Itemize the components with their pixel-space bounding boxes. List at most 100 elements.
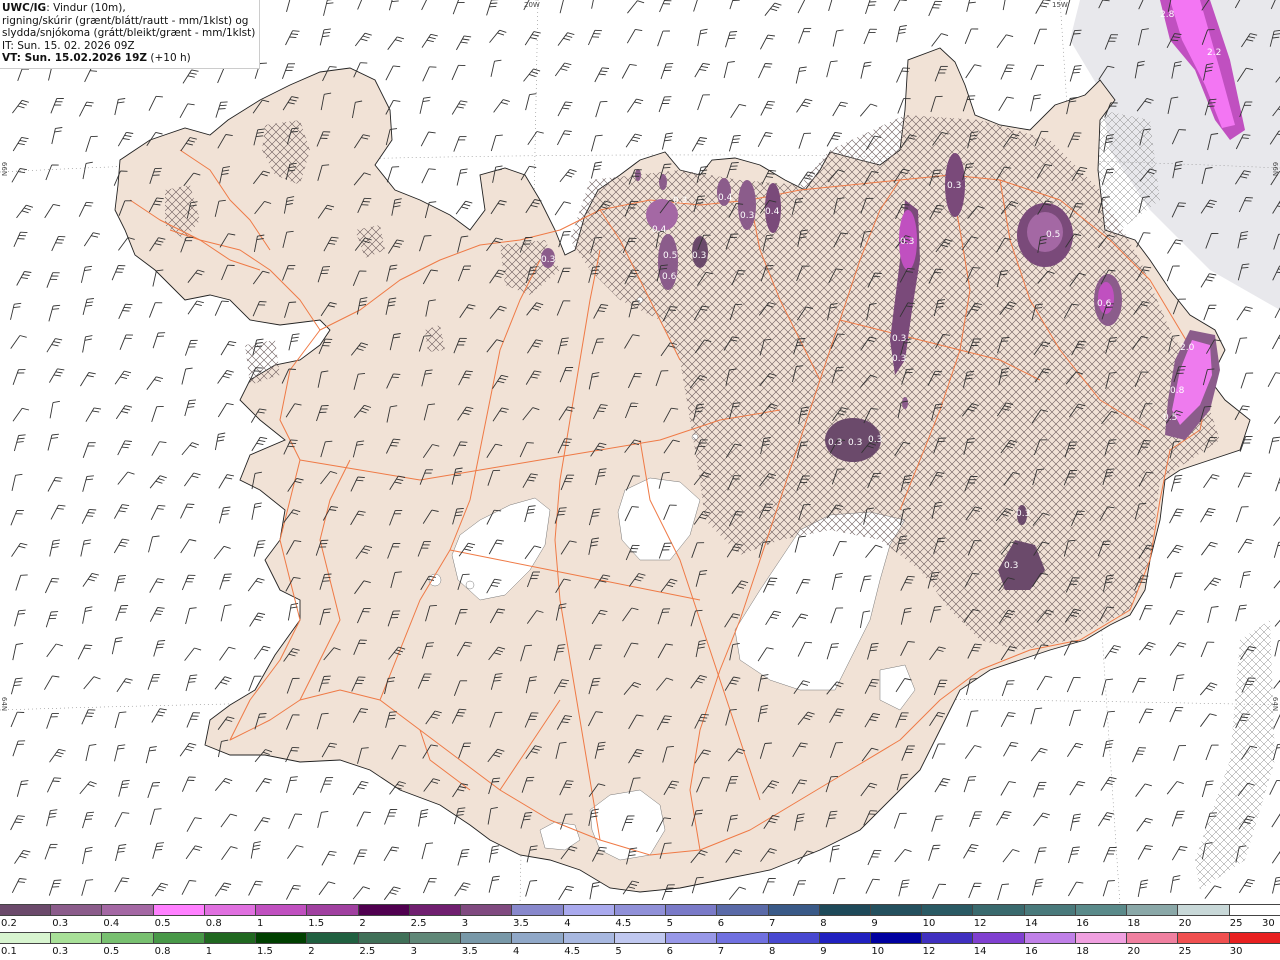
colorbar-swatch: [204, 905, 257, 915]
precip-label: 0.3: [541, 255, 555, 265]
colorbar-swatch: [819, 933, 871, 943]
colorbar-swatch: [870, 905, 923, 915]
valid-time: VT: Sun. 15.02.2026 19Z: [2, 52, 148, 64]
colorbar-tick-label: 3: [461, 918, 469, 929]
issue-time: IT: Sun. 15. 02. 2026 09Z: [2, 39, 135, 52]
colorbar-tick-label: 1: [205, 946, 213, 957]
precip-label: 0.4: [718, 193, 733, 203]
precip-label: 0.4: [652, 225, 667, 235]
colorbar-tick-label: 14: [973, 946, 987, 957]
precip-label: 0.4: [765, 207, 780, 217]
colorbar-swatch: [51, 933, 103, 943]
rain-description: rigning/skúrir (grænt/blátt/rautt - mm/1…: [2, 14, 249, 27]
colorbar-swatch: [870, 933, 923, 943]
precip-label: 0.5: [663, 251, 677, 261]
precip-label: 2.0: [1180, 343, 1195, 353]
colorbar-swatch: [512, 933, 564, 943]
colorbar-tick-label: 1: [257, 918, 264, 929]
colorbar-tick-label: 7: [717, 946, 725, 957]
colorbar-swatch: [1075, 933, 1128, 943]
colorbar-tick-label: 4.5: [615, 918, 632, 929]
colorbar-swatch: [922, 933, 974, 943]
lat-label-64n-right: 64N: [1271, 696, 1280, 712]
colorbar-swatch: [0, 933, 52, 943]
precip-label: 0.6: [1097, 299, 1112, 309]
colorbar-tick-label: 0.1: [1, 946, 17, 957]
colorbar-tick-label: 4: [513, 946, 520, 957]
colorbar-tick-label: 10: [922, 918, 936, 929]
colorbar-tick-label: 6: [717, 918, 725, 929]
colorbar-swatch: [973, 933, 1025, 943]
colorbar-tick-label: 8: [769, 946, 776, 957]
rain-colorbar: [0, 932, 1280, 944]
colorbar-tick-label: 2: [308, 946, 315, 957]
colorbar-swatch: [819, 905, 871, 915]
colorbar-tick-label: 3.5: [461, 946, 478, 957]
lat-label-66n-left: 66N: [0, 161, 9, 177]
precip-label: 0.3: [692, 251, 706, 261]
map-title: UWC/IG: [2, 2, 47, 14]
colorbar-swatch: [563, 933, 615, 943]
precip-label: 0.5: [1046, 230, 1060, 240]
snow-description: slydda/snjókoma (grátt/bleikt/grænt - mm…: [2, 27, 256, 39]
rain-colorbar-labels: 0.1 0.3 0.5 0.8 1 1.5 2 2.5 3 3.5 4 4.5 5 6 7 8 9 10 12 14 1…: [0, 945, 1280, 959]
colorbar-swatch: [409, 933, 462, 943]
colorbar-tick-label: 16: [1076, 918, 1089, 929]
colorbar-tick-label: 14: [1025, 918, 1038, 929]
colorbar-tick-label: 1.5: [257, 946, 273, 957]
colorbar-swatch: [666, 933, 718, 943]
colorbar-swatch: [1178, 905, 1230, 915]
colorbar-swatch: [717, 933, 769, 943]
colorbar-swatch: [1229, 905, 1280, 915]
colorbar-tick-label: 6: [666, 946, 673, 957]
colorbar-swatch: [461, 905, 513, 915]
colorbar-tick-label: 2.5: [359, 946, 376, 957]
lat-label-64n-left: 64N: [0, 696, 9, 712]
colorbar-swatch: [1127, 933, 1179, 943]
precip-label: 2.2: [1207, 48, 1221, 58]
colorbar-tick-label: 5: [666, 918, 673, 929]
colorbar-swatch: [461, 933, 513, 943]
map-legend-header: UWC/IG: Vindur (10m), rigning/skúrir (gr…: [0, 0, 261, 69]
colorbar-swatch: [256, 905, 308, 915]
snow-colorbar: [0, 904, 1280, 916]
colorbar-tick-label: 2: [359, 918, 366, 929]
colorbar-tick-label: 25: [1178, 946, 1192, 957]
colorbar-swatch: [153, 933, 205, 943]
snow-colorbar-labels: 0.2 0.3 0.4 0.5 0.8 1 1.5 2 2.5 3 3.5 4 4.5 5 6 7 8 9 10 12…: [0, 917, 1280, 931]
colorbar-swatch: [666, 905, 718, 915]
precip-label: 0.3: [1016, 509, 1030, 519]
colorbar-tick-label: 0.8: [205, 918, 222, 929]
precip-label: 0.6: [662, 272, 677, 282]
colorbar-tick-label: 20: [1127, 946, 1141, 957]
precip-label: 0.3: [892, 354, 906, 364]
precip-label: 0.3: [868, 435, 882, 445]
colorbar-tick-label: 18: [1076, 946, 1089, 957]
colorbar-swatch: [512, 905, 564, 915]
precip-label: 0.3: [1004, 561, 1018, 571]
colorbar-swatch: [256, 933, 308, 943]
colorbar-swatch: [1075, 905, 1128, 915]
colorbar-swatch: [358, 905, 410, 915]
colorbar-tick-label: 0.3: [52, 918, 69, 929]
colorbar-swatch: [102, 933, 154, 943]
colorbar-swatch: [1127, 905, 1179, 915]
colorbar-swatch: [102, 905, 154, 915]
forecast-map: 2.8 2.2 0.3 0.5 0.6 2.0 0.8 0.5 0.3 0.3 …: [0, 0, 1280, 905]
title-desc: : Vindur (10m),: [46, 2, 126, 14]
colorbar-swatch: [563, 905, 615, 915]
colorbar-swatch: [307, 905, 359, 915]
colorbar-tick-label: 0.5: [103, 946, 120, 957]
colorbar-swatch: [717, 905, 769, 915]
colorbar-swatch: [204, 933, 257, 943]
precip-label: 0.3: [947, 181, 961, 191]
precip-label: 0.5: [1163, 413, 1177, 423]
colorbar-tick-label: 0.8: [154, 946, 171, 957]
precip-label: 0.3: [673, 196, 687, 206]
precip-label: 0.3: [828, 438, 842, 448]
precip-label: 0.8: [1170, 386, 1185, 396]
colorbar-tick-label: 18: [1127, 918, 1141, 929]
colorbar-tick-label: 0.4: [103, 918, 120, 929]
colorbar-tick-label: 25: [1229, 918, 1243, 929]
colorbar-tick-label: 12: [973, 918, 987, 929]
